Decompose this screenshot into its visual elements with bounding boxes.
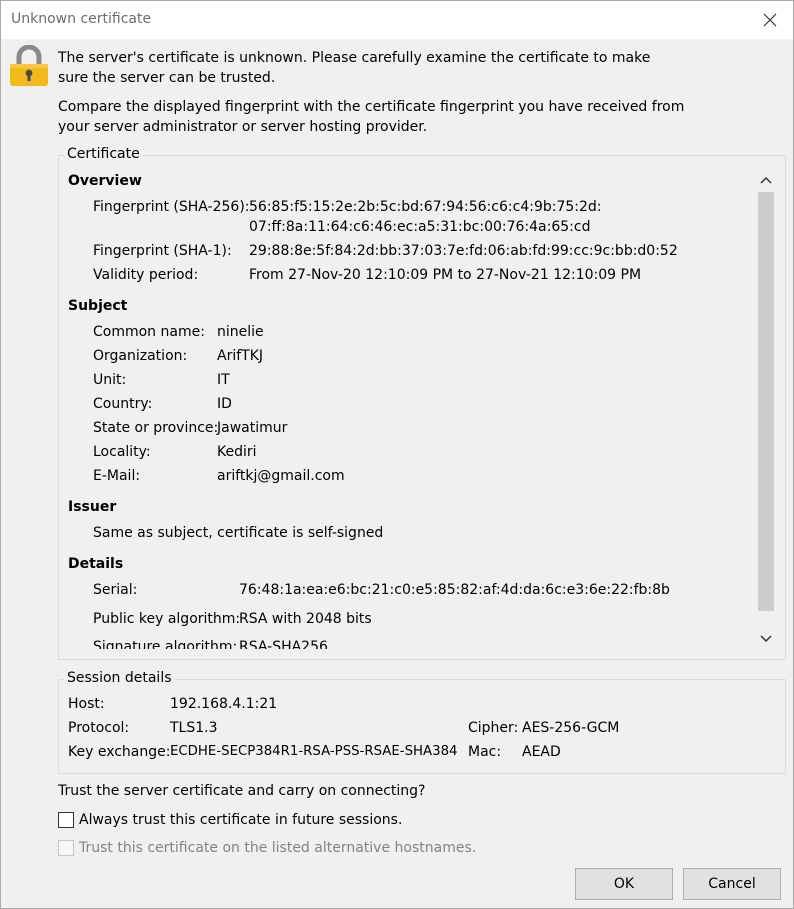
sha256-value-line1: 56:85:f5:15:2e:2b:5c:bd:67:94:56:c6:c4:9…: [249, 199, 602, 215]
cancel-button[interactable]: Cancel: [683, 868, 781, 900]
unknown-cert-message: The server's certificate is unknown. Ple…: [58, 50, 651, 86]
sha1-value: 29:88:8e:5f:84:2d:bb:37:03:7e:fd:06:ab:f…: [249, 243, 678, 259]
details-heading: Details: [68, 556, 124, 572]
subject-field-label: State or province:: [93, 420, 219, 436]
padlock-icon: [10, 45, 48, 86]
subject-field-value: IT: [217, 372, 230, 388]
subject-field-label: Organization:: [93, 348, 188, 364]
alt-hostnames-checkbox: [58, 840, 74, 856]
serial-label: Serial:: [93, 582, 138, 598]
certificate-legend: Certificate: [64, 146, 143, 162]
certificate-details-scroll-area[interactable]: Overview Fingerprint (SHA-256): 56:85:f5…: [59, 168, 757, 649]
mac-value: AEAD: [522, 744, 561, 760]
key-exchange-label: Key exchange:: [68, 744, 171, 760]
validity-value: From 27-Nov-20 12:10:09 PM to 27-Nov-21 …: [249, 267, 642, 283]
sha256-value-line2: 07:ff:8a:11:64:c6:46:ec:a5:31:bc:00:76:4…: [249, 219, 591, 235]
subject-field-label: Locality:: [93, 444, 151, 460]
subject-field-value: ID: [217, 396, 232, 412]
protocol-value: TLS1.3: [170, 720, 218, 736]
signature-algorithm-value: RSA-SHA256: [239, 639, 328, 649]
sha1-label: Fingerprint (SHA-1):: [93, 243, 232, 259]
chevron-down-icon: [760, 635, 772, 643]
compare-fingerprint-message: Compare the displayed fingerprint with t…: [58, 99, 685, 135]
alt-hostnames-label: Trust this certificate on the listed alt…: [79, 840, 477, 856]
overview-heading: Overview: [68, 173, 142, 189]
always-trust-label[interactable]: Always trust this certificate in future …: [79, 812, 402, 828]
close-button[interactable]: [747, 1, 793, 39]
scrollbar-thumb[interactable]: [758, 192, 774, 611]
ok-button[interactable]: OK: [575, 868, 673, 900]
title-bar[interactable]: Unknown certificate: [1, 1, 793, 39]
protocol-label: Protocol:: [68, 720, 130, 736]
subject-field-value: ariftkj@gmail.com: [217, 468, 345, 484]
subject-field-label: Country:: [93, 396, 153, 412]
cipher-value: AES-256-GCM: [522, 720, 620, 736]
scroll-up-button[interactable]: [759, 173, 773, 187]
subject-field-value: ninelie: [217, 324, 264, 340]
certificate-scrollbar[interactable]: [757, 169, 775, 651]
subject-heading: Subject: [68, 298, 128, 314]
subject-field-value: ArifTKJ: [217, 348, 264, 364]
pubkey-algorithm-value: RSA with 2048 bits: [239, 611, 372, 627]
issuer-heading: Issuer: [68, 499, 117, 515]
key-exchange-value: ECDHE-SECP384R1-RSA-PSS-RSAE-SHA384: [170, 744, 458, 759]
always-trust-row[interactable]: Always trust this certificate in future …: [58, 812, 402, 828]
host-label: Host:: [68, 696, 105, 712]
alt-hostnames-row: Trust this certificate on the listed alt…: [58, 840, 476, 856]
always-trust-checkbox[interactable]: [58, 812, 74, 828]
close-icon: [763, 13, 777, 27]
subject-field-value: Jawatimur: [217, 420, 288, 436]
unknown-certificate-dialog: Unknown certificate The server's certifi…: [0, 0, 794, 909]
subject-field-value: Kediri: [217, 444, 257, 460]
validity-label: Validity period:: [93, 267, 199, 283]
sha256-label: Fingerprint (SHA-256):: [93, 199, 250, 215]
chevron-up-icon: [760, 176, 772, 184]
mac-label: Mac:: [468, 744, 502, 760]
window-title: Unknown certificate: [11, 11, 152, 27]
trust-question: Trust the server certificate and carry o…: [58, 783, 426, 799]
serial-value: 76:48:1a:ea:e6:bc:21:c0:e5:85:82:af:4d:d…: [239, 582, 670, 598]
subject-field-label: E-Mail:: [93, 468, 141, 484]
scroll-down-button[interactable]: [759, 632, 773, 646]
issuer-text: Same as subject, certificate is self-sig…: [93, 525, 384, 541]
cipher-label: Cipher:: [468, 720, 519, 736]
subject-field-label: Unit:: [93, 372, 127, 388]
subject-field-label: Common name:: [93, 324, 205, 340]
signature-algorithm-label: Signature algorithm:: [93, 639, 238, 649]
session-details-legend: Session details: [64, 670, 175, 686]
host-value: 192.168.4.1:21: [170, 696, 278, 712]
pubkey-algorithm-label: Public key algorithm:: [93, 611, 241, 627]
